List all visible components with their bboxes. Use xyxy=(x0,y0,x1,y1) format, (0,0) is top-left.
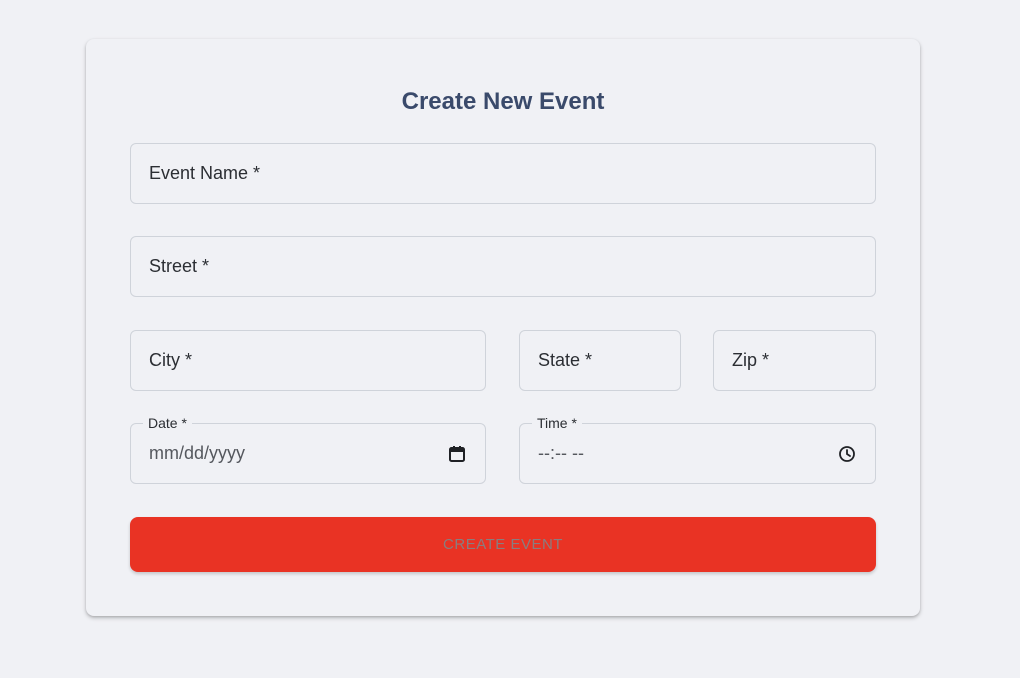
zip-label: Zip * xyxy=(732,350,770,370)
zip-field[interactable]: Zip * xyxy=(713,330,876,391)
time-label: Time * xyxy=(532,415,582,431)
street-field[interactable]: Street * xyxy=(130,236,876,297)
city-label: City * xyxy=(149,350,193,370)
create-event-button[interactable]: CREATE EVENT xyxy=(130,517,876,572)
date-field[interactable]: Date * mm/dd/yyyy xyxy=(130,415,486,484)
time-field[interactable]: Time * --:-- -- xyxy=(519,415,876,484)
city-field[interactable]: City * xyxy=(130,330,486,391)
form-title: Create New Event xyxy=(401,88,605,115)
street-label: Street * xyxy=(149,256,210,276)
state-label: State * xyxy=(538,350,593,370)
create-event-card: Create New Event Event Name * Street * C… xyxy=(86,39,920,616)
event-name-label: Event Name * xyxy=(149,163,261,183)
clock-icon[interactable] xyxy=(837,444,857,464)
calendar-icon[interactable] xyxy=(447,444,467,464)
date-input[interactable]: mm/dd/yyyy xyxy=(149,443,447,464)
event-name-field[interactable]: Event Name * xyxy=(130,143,876,204)
state-field[interactable]: State * xyxy=(519,330,681,391)
time-input[interactable]: --:-- -- xyxy=(538,443,837,464)
date-label: Date * xyxy=(143,415,192,431)
